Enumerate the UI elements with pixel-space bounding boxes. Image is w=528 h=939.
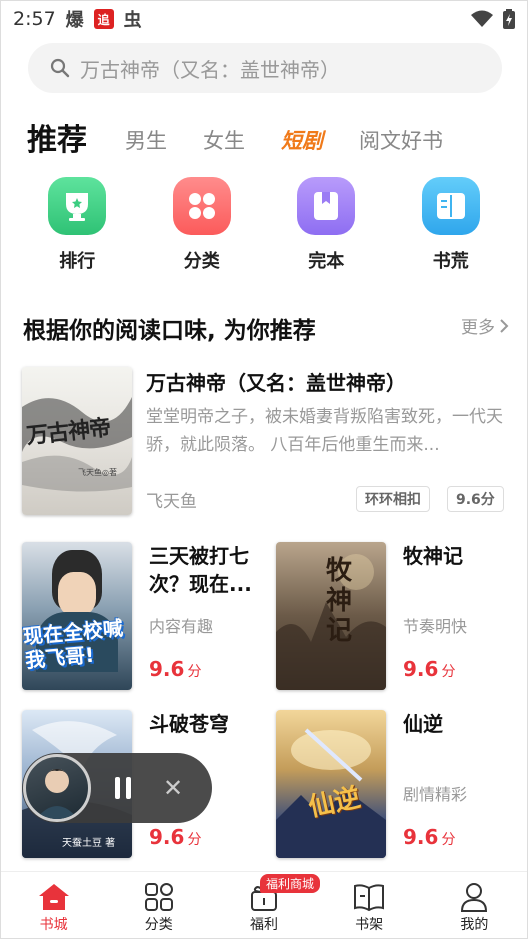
close-icon[interactable]: ✕ — [163, 774, 183, 802]
book-title[interactable]: 斗破苍穹 — [149, 710, 229, 738]
nav-bookshelf[interactable]: 书架 — [329, 882, 409, 934]
explosion-app-icon: 爆 — [65, 10, 84, 31]
quick-entry-book-shortage[interactable]: 书荒 — [401, 177, 501, 273]
book-icon — [421, 177, 480, 235]
search-bar[interactable]: 万古神帝（又名：盖世神帝） — [28, 43, 502, 93]
book-tag: 剧情精彩 — [403, 785, 468, 804]
quick-entry-label: 完本 — [308, 251, 345, 272]
floating-audio-player[interactable]: ✕ — [22, 753, 212, 823]
tab-female[interactable]: 女生 — [203, 125, 245, 159]
section-title: 根据你的阅读口味, 为你推荐 — [23, 318, 316, 344]
book-cover-author: 天蚕土豆 著 — [62, 838, 116, 849]
quick-entry-completed[interactable]: 完本 — [276, 177, 376, 273]
book-title[interactable]: 牧神记 — [403, 542, 463, 570]
book-score-value: 9.6 — [149, 825, 185, 849]
book-score-unit: 分 — [187, 664, 202, 680]
book-score: 9.6 分 — [403, 657, 455, 681]
trophy-icon — [48, 177, 107, 235]
nav-label: 书架 — [355, 917, 384, 933]
tab-male[interactable]: 男生 — [125, 125, 167, 159]
book-cover-title: 现在全校喊我飞哥! — [22, 615, 124, 673]
quick-entry-category[interactable]: 分类 — [152, 177, 252, 273]
book-title[interactable]: 三天被打七次？现在... — [149, 542, 264, 598]
bookshelf-icon — [354, 884, 385, 912]
app-screen: 2:57 爆 追 虫 万古神帝（又名：盖世神帝） 推荐 男生 女生 短剧 阅文好… — [0, 0, 528, 939]
player-cover-avatar[interactable] — [23, 754, 91, 822]
featured-book-author: 飞天鱼 — [146, 492, 197, 512]
search-placeholder: 万古神帝（又名：盖世神帝） — [80, 57, 340, 82]
pause-button[interactable] — [115, 777, 131, 799]
featured-book-description: 堂堂明帝之子，被未婚妻背叛陷害致死，一代天骄，就此陨落。 八百年后他重生而来..… — [146, 407, 503, 455]
featured-cover-author: 飞天鱼◎著 — [78, 468, 117, 477]
book-score: 9.6 分 — [403, 825, 455, 849]
book-score-value: 9.6 — [149, 657, 185, 681]
book-title[interactable]: 仙逆 — [403, 710, 443, 738]
quick-entry-label: 分类 — [183, 251, 220, 272]
nav-category[interactable]: 分类 — [119, 882, 199, 934]
quick-entry-label: 书荒 — [432, 251, 469, 272]
wifi-icon — [471, 10, 493, 27]
more-link[interactable]: 更多 — [461, 313, 509, 338]
battery-icon — [503, 9, 515, 29]
nav-label: 福利 — [249, 917, 278, 933]
status-time: 2:57 — [13, 8, 56, 30]
welfare-promo-badge: 福利商城 — [259, 874, 320, 893]
bug-app-icon: 虫 — [123, 10, 142, 31]
quick-entry-label: 排行 — [59, 251, 96, 272]
featured-book-title[interactable]: 万古神帝（又名：盖世神帝） — [146, 367, 406, 396]
chevron-right-icon — [500, 318, 509, 333]
book-score-value: 9.6 — [403, 657, 439, 681]
profile-icon — [461, 883, 488, 912]
nav-profile[interactable]: 我的 — [434, 882, 514, 934]
book-cover[interactable]: 现在全校喊我飞哥! — [22, 542, 132, 690]
tab-yuewen-books[interactable]: 阅文好书 — [359, 125, 443, 159]
category-icon — [144, 883, 173, 911]
book-score: 9.6 分 — [149, 657, 201, 681]
featured-book-cover[interactable]: 万古神帝 飞天鱼◎著 — [22, 367, 132, 515]
book-tag: 内容有趣 — [149, 617, 214, 636]
nav-welfare[interactable]: 福利商城 福利 — [224, 874, 320, 934]
bottom-navigation: 书城 分类 福利商城 福利 书架 我的 — [1, 871, 527, 938]
nav-label: 书城 — [39, 917, 68, 933]
featured-score-badge: 9.6分 — [447, 486, 504, 512]
quick-entry-ranking[interactable]: 排行 — [27, 177, 127, 273]
book-cover[interactable]: 仙逆 — [276, 710, 386, 858]
book-score-value: 9.6 — [403, 825, 439, 849]
book-score: 9.6 分 — [149, 825, 201, 849]
status-bar: 2:57 爆 追 虫 — [1, 1, 527, 37]
grid-icon — [172, 177, 231, 235]
book-cover-title: 牧神记 — [326, 556, 353, 646]
tab-recommend[interactable]: 推荐 — [27, 115, 87, 159]
nav-bookstore[interactable]: 书城 — [14, 882, 94, 934]
bookmark-icon — [297, 177, 356, 235]
more-label: 更多 — [461, 318, 495, 338]
home-icon — [38, 884, 69, 910]
book-score-unit: 分 — [441, 832, 456, 848]
search-icon — [50, 58, 70, 78]
book-score-unit: 分 — [441, 664, 456, 680]
tab-short-drama[interactable]: 短剧 — [281, 125, 323, 159]
reading-app-icon: 追 — [93, 9, 114, 29]
nav-label: 分类 — [144, 917, 173, 933]
book-tag: 节奏明快 — [403, 617, 468, 636]
book-score-unit: 分 — [187, 832, 202, 848]
channel-tabs: 推荐 男生 女生 短剧 阅文好书 — [27, 113, 527, 159]
quick-entries: 排行 分类 完本 书荒 — [1, 177, 527, 273]
featured-tag-badge: 环环相扣 — [356, 486, 430, 512]
nav-label: 我的 — [460, 917, 489, 933]
book-cover[interactable]: 牧神记 — [276, 542, 386, 690]
